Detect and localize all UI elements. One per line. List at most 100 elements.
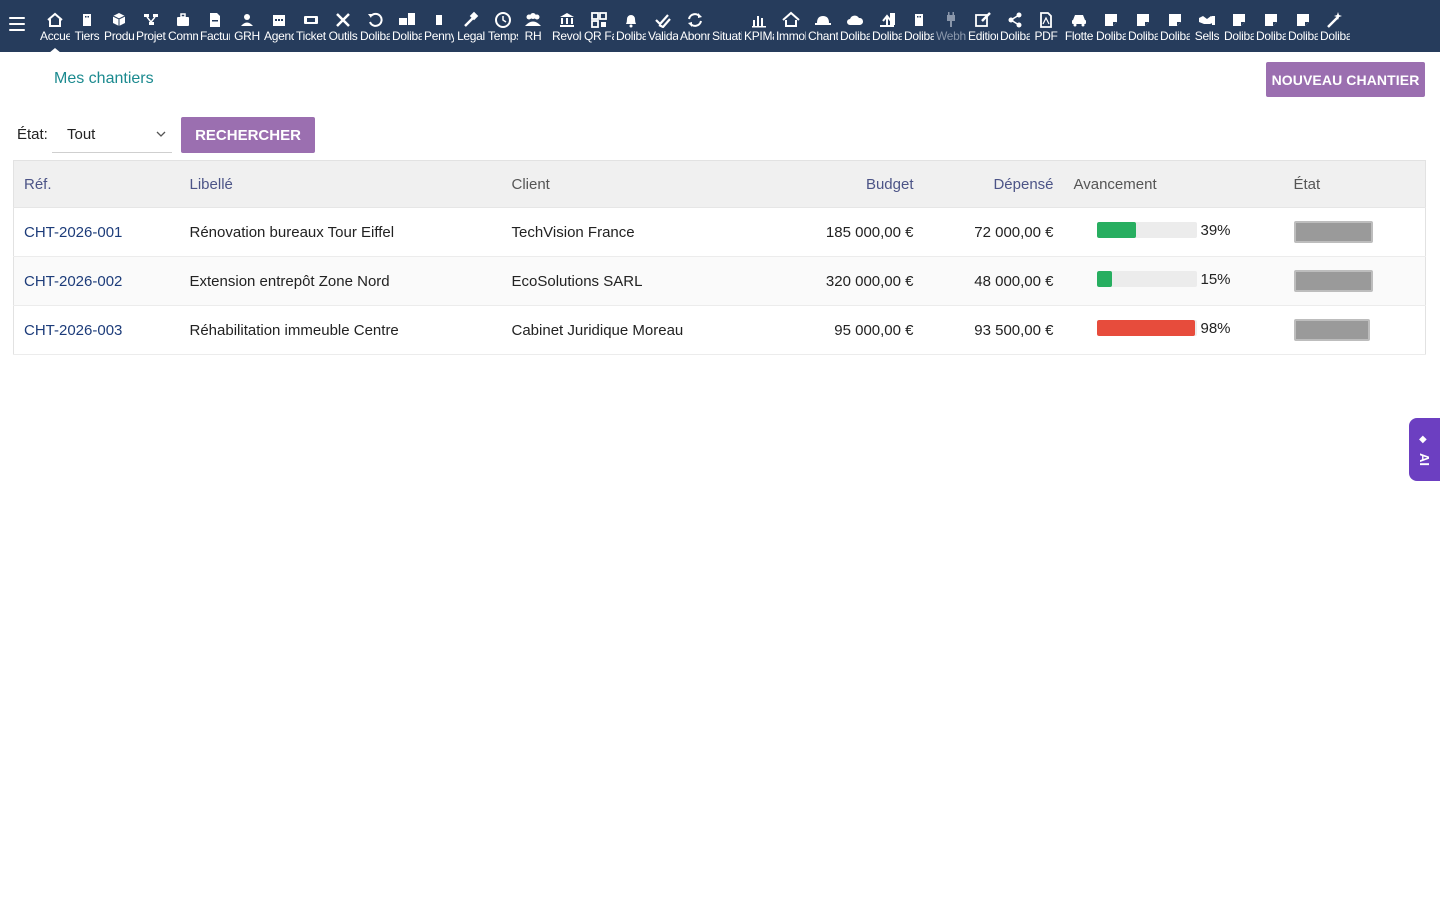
menu-item-1[interactable]: Tiers	[72, 9, 102, 49]
row-ref-link[interactable]: CHT-2026-003	[14, 306, 180, 355]
note-icon	[1169, 14, 1181, 26]
new-chantier-button[interactable]: NOUVEAU CHANTIER	[1266, 62, 1425, 97]
menu-item-30[interactable]: Dolibarr	[1000, 9, 1030, 49]
row-ref-link[interactable]: CHT-2026-002	[14, 257, 180, 306]
menu-item-label: Dolibarr	[1320, 29, 1350, 43]
row-budget: 185 000,00 €	[825, 223, 914, 241]
menu-item-40[interactable]: Dolibarr	[1320, 9, 1350, 49]
menu-item-label: Dolibarr	[1224, 29, 1254, 43]
progress-track	[1096, 271, 1197, 288]
menu-item-8[interactable]: Tickets	[296, 9, 326, 49]
menu-item-label: RH	[524, 29, 542, 43]
column-header-avancement: Avancement	[1063, 160, 1284, 208]
menu-item-label: Chantiers	[808, 29, 838, 43]
column-header-budget[interactable]: Budget	[711, 160, 924, 208]
menu-item-39[interactable]: Dolibarr	[1288, 9, 1318, 49]
menu-item-label: Dolibarr	[904, 29, 934, 43]
users-icon	[525, 13, 541, 26]
menu-item-38[interactable]: Dolibarr	[1256, 9, 1286, 49]
sync-icon	[688, 13, 702, 27]
menu-item-26[interactable]: Dolibarr	[872, 9, 902, 49]
menu-item-16[interactable]: Revolut	[552, 9, 582, 49]
menu-item-27[interactable]: Dolibarr	[904, 9, 934, 49]
menu-item-19[interactable]: Validation	[648, 9, 678, 49]
menu-item-28[interactable]: Webhook	[936, 9, 966, 49]
share-icon	[1008, 12, 1022, 28]
menu-item-23[interactable]: Immobilier	[776, 9, 806, 49]
menu-item-0[interactable]: Accueil	[40, 9, 70, 53]
status-badge	[1293, 319, 1370, 341]
menu-item-20[interactable]: Abonnements	[680, 9, 710, 49]
status-filter-select[interactable]: Tout	[52, 117, 172, 153]
menu-item-13[interactable]: Legal	[456, 9, 486, 49]
menu-item-6[interactable]: GRH	[232, 9, 262, 49]
note-icon	[1265, 14, 1277, 26]
menu-item-2[interactable]: Produits	[104, 9, 134, 49]
menu-item-24[interactable]: Chantiers	[808, 9, 838, 49]
column-header-depense[interactable]: Dépensé	[923, 160, 1064, 208]
row-avancement: 15%	[1064, 257, 1284, 306]
menu-item-label: Validation	[648, 29, 678, 43]
edit-icon	[975, 12, 991, 27]
menu-item-11[interactable]: Dolibarr	[392, 9, 422, 49]
progress-label: 98%	[1200, 319, 1231, 337]
status-badge	[1293, 221, 1373, 243]
menu-item-7[interactable]: Agenda	[264, 9, 294, 49]
building-icon	[915, 14, 923, 26]
hamburger-menu-icon[interactable]	[9, 17, 25, 33]
menu-item-17[interactable]: QR Facture	[584, 9, 614, 49]
menu-item-36[interactable]: Sells	[1192, 9, 1222, 49]
menu-item-32[interactable]: Flotte	[1064, 9, 1094, 49]
menu-item-12[interactable]: Penny	[424, 9, 454, 49]
menu-item-31[interactable]: PDF	[1031, 9, 1061, 49]
menu-item-5[interactable]: Facturation	[200, 9, 230, 49]
row-budget: 95 000,00 €	[834, 321, 914, 339]
row-libelle: Réhabilitation immeuble Centre	[189, 321, 399, 339]
undo-icon	[368, 12, 383, 27]
menu-item-18[interactable]: Dolibarr	[616, 9, 646, 49]
menu-item-15[interactable]: RH	[518, 9, 548, 49]
menu-item-33[interactable]: Dolibarr	[1096, 9, 1126, 49]
menu-item-4[interactable]: Commerce	[168, 9, 198, 49]
menu-item-3[interactable]: Projets	[136, 9, 166, 49]
qrcode-icon	[591, 12, 607, 28]
menu-item-37[interactable]: Dolibarr	[1224, 9, 1254, 49]
search-button[interactable]: RECHERCHER	[181, 117, 315, 153]
menu-item-22[interactable]: KPIMax	[744, 9, 774, 49]
menu-item-14[interactable]: Temps	[488, 9, 518, 49]
table-row: CHT-2026-002 Extension entrepôt Zone Nord…	[13, 256, 1426, 306]
row-depense: 93 500,00 €	[974, 321, 1054, 339]
chevron-down-icon	[156, 131, 166, 137]
progress-label: 15%	[1200, 270, 1231, 288]
home-icon	[47, 12, 63, 27]
menu-item-label: Dolibarr	[872, 29, 902, 43]
menu-item-34[interactable]: Dolibarr	[1128, 9, 1158, 49]
status-badge	[1293, 270, 1373, 292]
menu-item-21[interactable]: Situations	[712, 9, 742, 49]
briefcase-icon	[177, 13, 189, 26]
menu-item-label: Outils	[328, 29, 358, 43]
menu-item-9[interactable]: Outils	[328, 9, 358, 49]
user-icon	[241, 14, 253, 26]
top-navigation-bar: Accueil Tiers ProduitsProjetsCommerceFactu…	[0, 0, 1440, 53]
menu-item-label: Tickets	[296, 29, 326, 43]
menu-item-10[interactable]: Dolibarr	[360, 9, 390, 49]
menu-item-25[interactable]: Dolibarr	[840, 9, 870, 49]
column-header-libelle[interactable]: Libellé	[179, 160, 502, 208]
menu-item-label: Legal	[457, 29, 485, 43]
row-budget: 320 000,00 €	[825, 272, 914, 290]
check-double-icon	[655, 14, 671, 28]
menu-item-label: Abonnements	[680, 29, 710, 43]
menu-item-label: Penny	[424, 29, 454, 43]
menu-item-29[interactable]: Edition	[968, 9, 998, 49]
menu-item-label: Agenda	[264, 29, 294, 43]
column-header-ref[interactable]: Réf.	[13, 160, 180, 208]
ai-assistant-tab[interactable]: ◆ AI	[1409, 418, 1440, 481]
row-ref-link[interactable]: CHT-2026-001	[14, 208, 180, 257]
plug-icon	[947, 12, 955, 27]
bank-icon	[560, 13, 574, 27]
row-avancement: 98%	[1064, 306, 1284, 355]
menu-item-35[interactable]: Dolibarr	[1160, 9, 1190, 49]
progress-bar: 15%	[1096, 270, 1231, 288]
status-filter-label: État:	[17, 126, 48, 143]
